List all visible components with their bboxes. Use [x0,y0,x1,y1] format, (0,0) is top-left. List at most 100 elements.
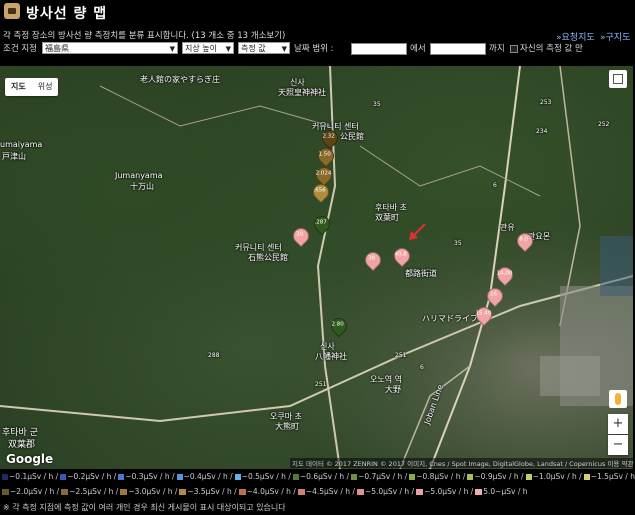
map-label: 双葉町 [375,213,399,222]
legend-label: ~0.5μSv / h / [241,472,291,481]
legend-label: ~0.9μSv / h / [474,472,524,481]
legend-swatch [179,488,187,495]
legend-swatch [2,473,9,480]
legend-label: ~2.0μSv / h / [10,487,60,496]
legend-row-1: ~0.1μSv / h / ~0.2μSv / h / ~0.3μSv / h / ~… [0,472,635,481]
from-label: 에서 [410,44,426,54]
to-label: 까지 [489,44,505,54]
prefecture-select-value: 福島県 [45,44,69,53]
route-shield: 253 [540,99,552,106]
route-shield: 251 [395,352,407,359]
route-shield: 251 [315,381,327,388]
page-title: 방사선 량 맵 [26,6,108,22]
legend-swatch [416,488,424,495]
legend-label: ~0.4μSv / h / [183,472,233,481]
prefecture-select[interactable]: 福島県 ▼ [42,42,178,54]
map-label: 大野 [385,385,401,394]
map-type-satellite-button[interactable]: 위성 [32,78,59,96]
measurement-pin-value: .656 [313,187,326,194]
zoom-in-button[interactable]: + [608,414,628,434]
date-from-input[interactable] [351,43,407,55]
route-shield: 288 [208,352,220,359]
google-logo: Google [6,452,54,466]
height-select[interactable]: 지상 높이 ▼ [182,42,234,54]
fullscreen-icon[interactable] [609,70,627,88]
measurement-pin-value: 40.8 [394,251,407,258]
route-shield: 6 [493,182,497,189]
map-label: 老人館の家やすらぎ庄 [140,75,220,84]
legend-note: ※ 각 측정 지점에 측정 값이 여러 개인 경우 최신 게시물이 표시 대상이… [3,503,286,512]
zoom-out-button[interactable]: − [608,435,628,455]
site-logo [4,3,20,19]
map-label: umaiyama [0,140,43,149]
route-shield: 6 [420,364,424,371]
legend-swatch [118,473,125,480]
route-shield: 35 [454,240,462,247]
legend-label: ~0.8μSv / h / [416,472,466,481]
map-type-roadmap-button[interactable]: 지도 [5,78,32,96]
legend-swatch [475,488,483,495]
date-to-input[interactable] [430,43,486,55]
legend-swatch [409,473,416,480]
legend-swatch [234,473,241,480]
map-type-control: 지도 위성 [5,78,59,96]
route-shield: 252 [598,121,610,128]
legend-label: ~2.5μSv / h / [69,487,119,496]
legend-label: ~1.5μSv / h [590,472,635,481]
legend-label: ~3.0μSv / h / [128,487,178,496]
map-label: 都路街道 [405,269,437,278]
legend-swatch [176,473,183,480]
legend-swatch [61,488,69,495]
legend-swatch [525,473,532,480]
value-type-select[interactable]: 측정 값 ▼ [238,42,290,54]
map-label: 石熊公民館 [248,253,288,262]
legend-swatch [60,473,67,480]
legend-swatch [2,488,9,495]
measurement-pin-value: 8.0 [519,236,528,243]
measurement-pin-value: 30 [296,231,304,238]
measurement-pin-value: 2.32 [322,133,335,140]
map-label: Jumanyama [115,171,163,180]
map-label: ハリマドライブ [422,314,478,323]
measurement-pin-value: .287 [314,219,327,226]
measurement-pin-value: 15.40 [475,310,492,317]
annotation-arrow-icon [409,223,426,240]
page-description: 각 측정 장소의 방사선 량 측정치를 분류 표시합니다. (13 개소 중 1… [3,31,286,41]
legend-label: ~0.2μSv / h / [67,472,117,481]
map-label: 八幡神社 [315,352,347,361]
legend-label: ~1.0μSv / h / [532,472,582,481]
map-label: 戸津山 [2,152,26,161]
legend-label: ~5.0μSv / h / [424,487,474,496]
legend-swatch [292,473,299,480]
legend-row-2: ~2.0μSv / h / ~2.5μSv / h / ~3.0μSv / h / ~… [0,487,635,496]
map-label: 双葉郡 [8,440,36,450]
own-only-checkbox[interactable] [510,45,518,53]
map-label: 公民館 [340,132,364,141]
own-only-label: 자신의 측정 값 만 [520,44,583,54]
legend-label: ~5.0μSv / h / [364,487,415,496]
measurement-pin-value: 14.00 [496,270,513,277]
route-shield: 35 [373,101,381,108]
legend-swatch [356,488,364,495]
legend-label: ~0.7μSv / h / [358,472,408,481]
chevron-down-icon: ▼ [281,45,287,53]
legend-label: ~4.0μSv / h / [246,487,296,496]
legend-label: ~3.5μSv / h / [187,487,237,496]
legend-swatch [351,473,358,480]
legend-label: ~4.5μSv / h / [305,487,355,496]
pegman-icon[interactable] [609,390,627,408]
chevron-down-icon: ▼ [225,45,231,53]
measurement-pin-value: 2.80 [331,321,344,328]
map-attribution[interactable]: 지도 데이터 © 2017 ZENRIN © 2017 이미지, Cnes / … [290,458,635,468]
legend-swatch [120,488,128,495]
map-label: 十万山 [130,182,154,191]
measurement-pin-value: 38 [368,255,376,262]
city-map-link[interactable]: »구지도 [600,30,630,43]
legend-swatch [583,473,590,480]
legend-label: ~0.6μSv / h / [299,472,350,481]
measurement-pin-value: 1.50 [318,151,331,158]
legend-swatch [467,473,474,480]
map-label: 大熊町 [275,422,299,431]
map-label: 관유 [500,223,515,232]
date-range-label: 날짜 범위 : [294,44,334,54]
